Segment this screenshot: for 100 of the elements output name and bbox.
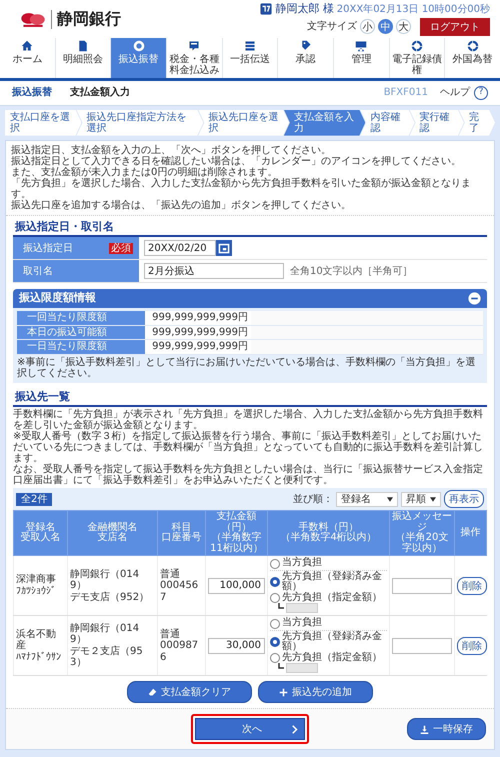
user-name: 静岡太郎 様 [275,3,334,16]
help-link[interactable]: ヘルプ [440,86,470,98]
radio-button[interactable] [270,618,280,629]
nav-tab[interactable]: ホーム [0,38,55,78]
screen-id: BFXF011 [384,86,428,98]
account-type: 普通 [160,628,181,640]
plus-icon [279,688,288,697]
column-header: 登録名 受取人名 [14,510,68,556]
radio-button[interactable] [270,637,280,648]
payee-note: 手数料欄に「先方負担」が表示され「先方負担」を選択した場合、入力した支払金額から先方負担手数料を差し引いた金額が振込金額となります。 [13,409,484,432]
instruction-text: 振込指定日、支払金額を入力の上、「次へ」ボタンを押してください。 [11,144,332,156]
required-badge: 必須 [109,242,133,254]
column-header: 手数料（円） （半角数字4桁以内） [268,510,390,556]
user-badge-icon [260,3,272,16]
section-title: 振込先一覧 [13,388,487,408]
nav-tab[interactable]: 電子記録債権 [388,38,444,78]
payee-kana: ﾊﾏﾅﾌﾄﾞｳｻﾝ [16,652,62,664]
nav-tab[interactable]: 一括伝送 [222,38,278,78]
instruction-text: 振込指定日として入力できる日を確認したい場合は、「カレンダー」のアイコンを押してください。 [11,156,462,167]
count-badge: 全2件 [16,492,52,506]
column-header: 金融機関名 支店名 [68,510,158,556]
nav-tab[interactable]: 外国為替 [444,38,500,78]
limit-value: 999,999,999,999円 [145,311,251,325]
fee-option-label: 先方負担（登録済み金額） [282,632,383,652]
account-number: 0009876 [160,640,200,664]
progress-step: 支払金額を入力 [284,110,366,136]
payee-note: ※受取人番号（数字３桁）を指定して振込振替を行う場合、事前に「振込手数料差引」としてお届けいただいている先につきましては、手数料欄が「当方負担」となっていても自動的に振込手数料を差引計算します。 [13,431,484,464]
eraser-icon [148,688,157,697]
instruction-text: 振込先口座を追加する場合は、「振込先の追加」ボタンを押してください。 [11,200,352,211]
nav-tab[interactable]: 振込振替 [110,38,166,78]
payee-kana: ﾌｶﾂｼｮｳｼﾞ [16,586,57,598]
payee-name: 浜名不動産 [16,628,57,652]
branch-name: デモ支店（952） [70,592,150,604]
limit-note: ※事前に「振込手数料差引」として当行にお届けいただいている場合は、手数料欄の「当方負担」を選択してください。 [17,356,476,380]
column-header: 振込メッセージ （半角20文字以内） [390,510,454,556]
sort-label: 並び順： [293,494,333,506]
logout-button[interactable]: ログアウト [420,18,490,36]
caret-icon [387,496,393,502]
nav-tab[interactable]: 管理 [333,38,389,78]
bank-logo-icon [20,10,46,28]
amount-field[interactable]: 30,000 [208,638,265,654]
help-icon[interactable]: ? [474,86,488,100]
font-size-button[interactable]: 小 [360,19,375,34]
add-payee-button[interactable]: 振込先の追加 [258,681,373,704]
next-button[interactable]: 次へ [195,718,305,740]
radio-button[interactable] [270,593,280,604]
bank-name-text: 静岡銀行（0149） [70,622,140,646]
download-icon [420,724,429,734]
radio-button[interactable] [270,577,280,588]
field-label: 取引名 [23,266,53,278]
column-header: 支払金額（円） （半角数字11桁以内） [206,510,268,556]
message-field[interactable] [392,638,452,654]
fee-option-label: 先方負担（指定金額） [282,652,382,664]
progress-step: 振込先口座を選択 [198,110,289,136]
radio-button[interactable] [270,558,280,569]
payee-note: なお、受取人番号を指定して振込手数料を先方負担としたい場合は、当行に「振込振替サービス入金指定口座届出書」にて「振込手数料差引」をお申込みいただくと便利です。 [13,464,484,486]
progress-step: 振込先口座指定方法を選択 [76,110,204,136]
font-size-button[interactable]: 大 [396,19,411,34]
clear-amount-button[interactable]: 支払金額クリア [127,681,252,704]
fee-option-label: 先方負担（登録済み金額） [282,572,383,592]
account-number: 0004567 [160,580,200,604]
page-title: 支払金額入力 [70,86,131,98]
panel-header[interactable]: 振込限度額情報 [13,289,487,308]
amount-field[interactable]: 100,000 [208,578,265,594]
progress-step: 内容確認 [360,110,415,136]
limit-value: 999,999,999,999円 [145,326,251,340]
save-draft-button[interactable]: 一時保存 [407,718,486,740]
transaction-name-field[interactable]: 2月分振込 [144,263,284,280]
limit-value: 999,999,999,999円 [145,340,251,354]
message-field[interactable] [392,578,452,594]
sort-order-select[interactable]: 昇順 [401,492,441,508]
account-type: 普通 [160,568,181,580]
refresh-button[interactable]: 再表示 [444,490,484,508]
bank-name-text: 静岡銀行（0149） [70,568,140,592]
calendar-icon[interactable] [216,240,232,256]
nav-tab[interactable]: 承認 [277,38,334,78]
collapse-icon[interactable] [468,292,481,306]
bank-name: 静岡銀行 [51,10,121,29]
progress-step: 実行確認 [410,110,464,136]
sort-field-select[interactable]: 登録名 [336,492,398,508]
caret-icon [430,496,436,502]
login-datetime: 20XX年02月13日 10時00分00秒 [336,4,490,16]
nav-tab[interactable]: 税金・各種料金払込み [166,38,222,78]
limit-label: 一回当たり限度額 [17,311,145,325]
ring-icon [132,40,145,52]
font-size-button[interactable]: 中 [378,19,393,34]
fee-option-label: 当方負担 [282,618,322,629]
date-field[interactable]: 20XX/02/20 [144,240,216,256]
font-size-label: 文字サイズ [307,20,357,32]
fee-option-label: 先方負担（指定金額） [282,592,382,604]
payee-name: 深津商事 [16,574,57,586]
instruction-text: また、支払金額が未入力または0円の明細は削除されます。 [11,166,278,178]
limit-label: 一日当たり限度額 [17,340,145,354]
instruction-text: 「先方負担」を選択した場合、入力した支払金額から先方負担手数料を引いた金額が振込金額となります。 [11,178,472,200]
radio-button[interactable] [270,653,280,664]
delete-button[interactable]: 削除 [457,636,487,655]
column-header: 操作 [454,510,486,556]
delete-button[interactable]: 削除 [457,576,487,595]
progress-step: 完了 [458,110,495,136]
branch-line-icon [278,603,284,610]
